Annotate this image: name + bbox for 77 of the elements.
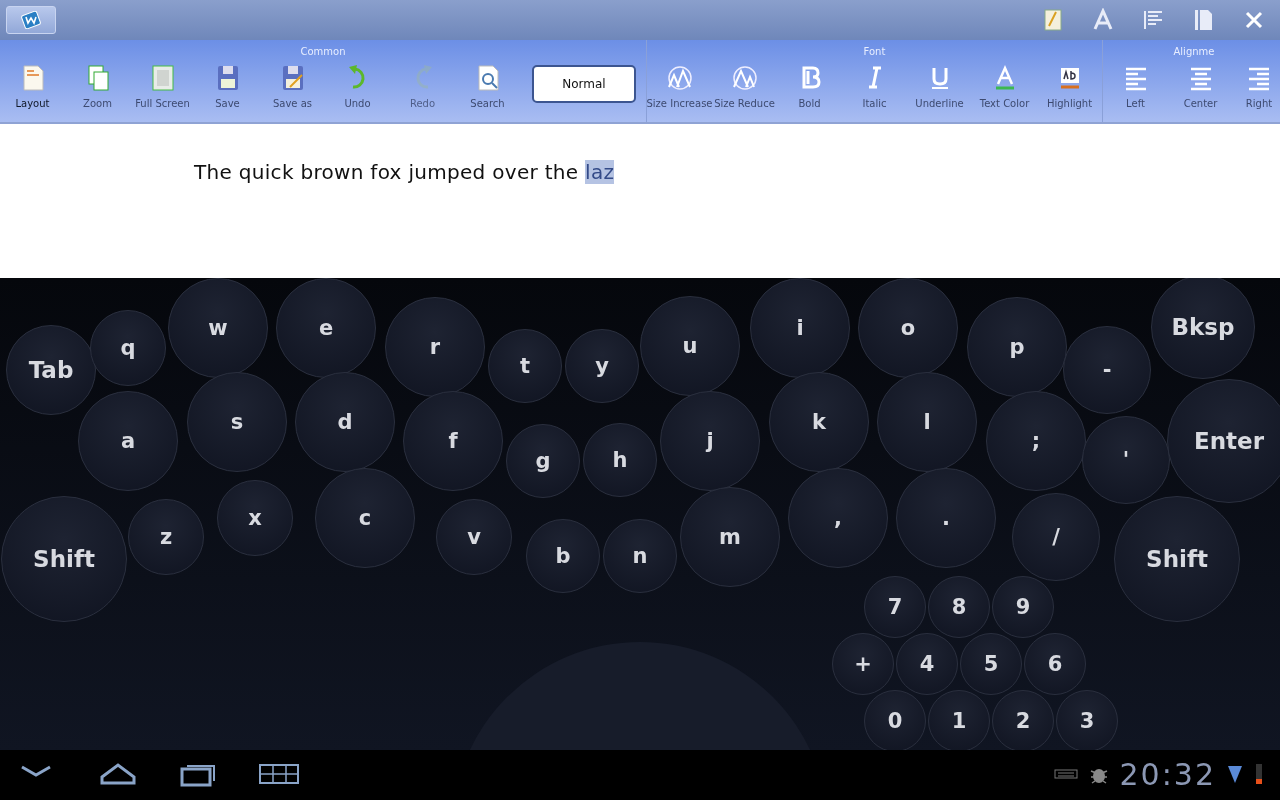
toolbar-button[interactable]: Left	[1103, 59, 1168, 119]
keyboard-key[interactable]: 8	[928, 576, 990, 638]
keyboard-key[interactable]: l	[877, 372, 977, 472]
clock-time: 20:32	[1119, 756, 1216, 792]
keyboard-key[interactable]: Enter	[1167, 379, 1280, 503]
style-dropdown[interactable]: Normal	[532, 65, 636, 103]
keyboard-key[interactable]: 3	[1056, 690, 1118, 750]
toolbar-button[interactable]: Search	[455, 59, 520, 119]
keyboard-key[interactable]: .	[896, 468, 996, 568]
keyboard-key[interactable]: r	[385, 297, 485, 397]
keyboard-key[interactable]: u	[640, 296, 740, 396]
keyboard-key[interactable]: m	[680, 487, 780, 587]
toolbar-button[interactable]: Center	[1168, 59, 1233, 119]
toolbar-button[interactable]: Layout	[0, 59, 65, 119]
toolbar-button[interactable]: Save	[195, 59, 260, 119]
keyboard-icon	[1053, 768, 1078, 780]
keyboard-key[interactable]: Shift	[1114, 496, 1240, 622]
app-logo	[20, 11, 42, 29]
toolbar-button[interactable]: Size Increase	[647, 59, 712, 119]
toolbar-button[interactable]: Text Color	[972, 59, 1037, 119]
keyboard-key[interactable]: o	[858, 278, 958, 378]
keyboard-key[interactable]: p	[967, 297, 1067, 397]
toolbar-button[interactable]: Zoom	[65, 59, 130, 119]
toolbar-button[interactable]: Save as	[260, 59, 325, 119]
keyboard-key[interactable]: f	[403, 391, 503, 491]
keyboard-key[interactable]: q	[90, 310, 166, 386]
keyboard-key[interactable]: Tab	[6, 325, 96, 415]
keyboard-key[interactable]: +	[832, 633, 894, 695]
keyboard-key[interactable]: 0	[864, 690, 926, 750]
keyboard-key[interactable]: g	[506, 424, 580, 498]
keyboard-key[interactable]: Bksp	[1151, 278, 1255, 379]
keyboard-key[interactable]: j	[660, 391, 760, 491]
wifi-icon	[1226, 763, 1244, 785]
keyboard-key[interactable]: ,	[788, 468, 888, 568]
keyboard-key[interactable]: z	[128, 499, 204, 575]
keyboard-key[interactable]: ;	[986, 391, 1086, 491]
keyboard-key[interactable]: k	[769, 372, 869, 472]
keyboard-key[interactable]: 1	[928, 690, 990, 750]
document-text: The quick brown fox jumped over the	[194, 160, 580, 184]
toolbar-button[interactable]: Full Screen	[130, 59, 195, 119]
keyboard-key[interactable]: b	[526, 519, 600, 593]
group-title: Common	[300, 45, 346, 59]
keyboard-key[interactable]: e	[276, 278, 376, 378]
keyboard-key[interactable]: w	[168, 278, 268, 378]
toolbar-button[interactable]: Highlight	[1037, 59, 1102, 119]
toolbar-button[interactable]: Bold	[777, 59, 842, 119]
keyboard-key[interactable]: d	[295, 372, 395, 472]
keyboard-key[interactable]: 6	[1024, 633, 1086, 695]
keyboard-key[interactable]: t	[488, 329, 562, 403]
toolbar-button[interactable]: Undo	[325, 59, 390, 119]
keyboard-key[interactable]: n	[603, 519, 677, 593]
toolbar-button[interactable]: Italic	[842, 59, 907, 119]
app-menu-button[interactable]	[6, 6, 56, 34]
selected-text: laz	[585, 160, 615, 184]
toolbar-button[interactable]: Underline	[907, 59, 972, 119]
keyboard-key[interactable]: 2	[992, 690, 1054, 750]
keyboard-key[interactable]: /	[1012, 493, 1100, 581]
keyboard-key[interactable]: Shift	[1, 496, 127, 622]
keyboard-key[interactable]: 9	[992, 576, 1054, 638]
toolbar-button[interactable]: Right	[1233, 59, 1280, 119]
keyboard-key[interactable]: a	[78, 391, 178, 491]
keyboard-key[interactable]: '	[1082, 416, 1170, 504]
toolbar-button[interactable]: Size Reduce	[712, 59, 777, 119]
keyboard-key[interactable]: s	[187, 372, 287, 472]
keyboard-key[interactable]: x	[217, 480, 293, 556]
keyboard-key[interactable]: 5	[960, 633, 1022, 695]
keyboard-key[interactable]: -	[1063, 326, 1151, 414]
group-title: Font	[863, 45, 886, 59]
keyboard-key[interactable]: 4	[896, 633, 958, 695]
battery-icon	[1254, 762, 1264, 786]
keyboard-key[interactable]: h	[583, 423, 657, 497]
keyboard-key[interactable]: c	[315, 468, 415, 568]
group-title: Alignme	[1173, 45, 1215, 59]
keyboard-key[interactable]: v	[436, 499, 512, 575]
keyboard-key[interactable]: i	[750, 278, 850, 378]
keyboard-key[interactable]: y	[565, 329, 639, 403]
keyboard-key[interactable]: 7	[864, 576, 926, 638]
